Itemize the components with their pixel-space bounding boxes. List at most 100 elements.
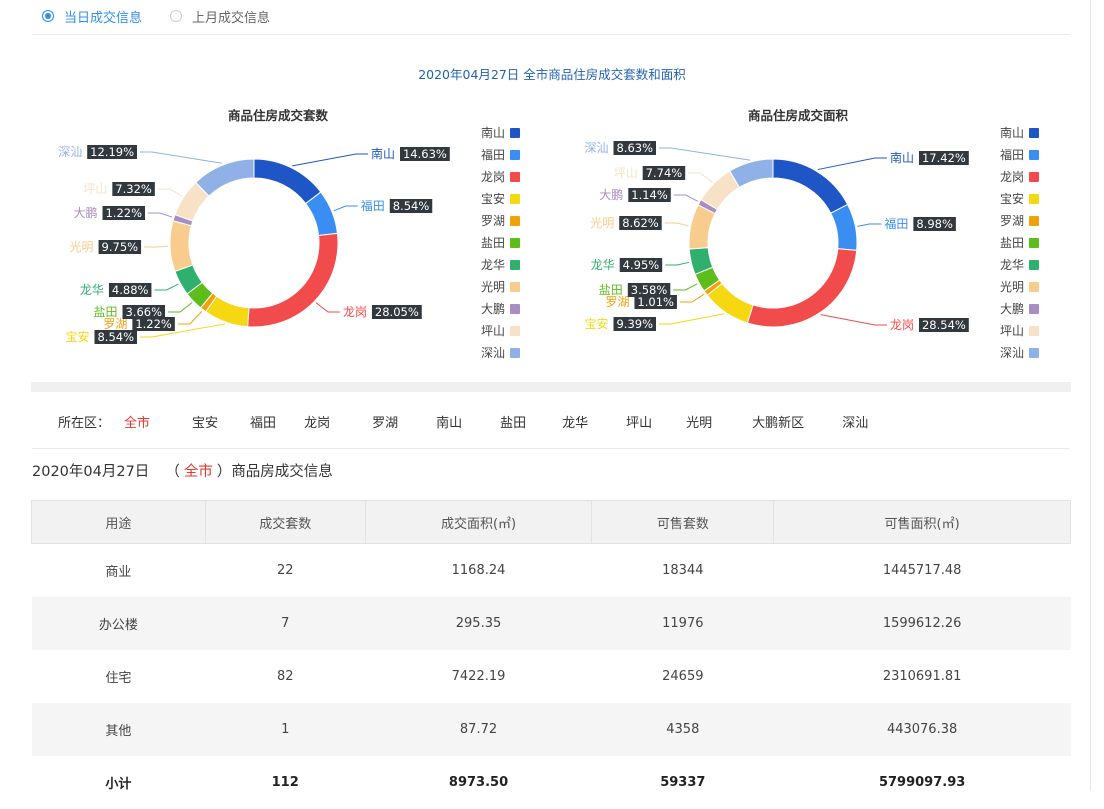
leader-line xyxy=(177,311,203,325)
table-header-row: 用途 成交套数 成交面积(㎡) 可售套数 可售面积(㎡) xyxy=(31,500,1071,544)
table-cell: 1 xyxy=(205,703,366,756)
district-option[interactable]: 全市 xyxy=(124,412,150,431)
slice-value: 9.75% xyxy=(102,240,139,254)
table-cell: 1168.24 xyxy=(451,563,506,578)
district-option[interactable]: 光明 xyxy=(686,412,712,431)
divider xyxy=(32,34,1070,35)
table-cell: 2310691.81 xyxy=(882,669,962,684)
legend-label: 盐田 xyxy=(1000,236,1024,250)
donut-chart: 商品住房成交套数南山 14.63% 福田 8.54% 龙岗 28.05% 宝安 8.54% 罗湖… xyxy=(58,108,520,360)
table-row: 其他 1 87.72 4358 443076.38 xyxy=(31,703,1071,756)
slice-value: 14.63% xyxy=(403,147,447,161)
table-cell: 18344 xyxy=(662,563,704,578)
legend-label: 宝安 xyxy=(1000,191,1024,206)
pie-slice xyxy=(746,248,858,328)
slice-value: 9.39% xyxy=(616,317,653,331)
leader-line xyxy=(659,147,751,161)
district-option[interactable]: 坪山 xyxy=(626,412,652,431)
column-header: 可售套数 xyxy=(591,500,775,544)
district-option[interactable]: 罗湖 xyxy=(372,412,398,431)
tab-daily[interactable]: 当日成交信息 xyxy=(42,7,142,26)
slice-label: 南山 xyxy=(890,150,914,165)
legend-swatch xyxy=(1029,304,1039,314)
pie-slice xyxy=(169,220,194,272)
table-title-date: 2020年04月27日 xyxy=(32,464,150,480)
legend-swatch xyxy=(510,282,520,292)
district-option[interactable]: 福田 xyxy=(250,412,276,431)
table-cell: 7 xyxy=(205,597,366,650)
slice-label: 光明 xyxy=(590,216,614,230)
radio-icon[interactable] xyxy=(42,10,54,22)
slice-label: 福田 xyxy=(361,198,385,213)
table-cell: 办公楼 xyxy=(31,597,206,650)
table-title: 2020年04月27日 （全市 ）商品房成交信息 xyxy=(32,460,333,481)
legend-label: 坪山 xyxy=(481,324,505,338)
chart-title: 商品住房成交面积 xyxy=(748,108,849,123)
legend-label: 福田 xyxy=(481,147,505,162)
legend-swatch xyxy=(1029,150,1039,160)
slice-label: 盐田 xyxy=(599,283,623,297)
table-title-paren-open: （ xyxy=(165,464,180,480)
legend-swatch xyxy=(510,238,520,248)
leader-line xyxy=(673,194,699,202)
table-cell: 87.72 xyxy=(365,703,592,756)
slice-label: 龙岗 xyxy=(890,318,914,332)
legend-label: 龙岗 xyxy=(1000,170,1024,184)
table-cell: 11976 xyxy=(591,597,774,650)
tab-monthly[interactable]: 上月成交信息 xyxy=(170,7,270,26)
table-cell: 7422.19 xyxy=(451,669,506,684)
slice-value: 1.22% xyxy=(135,317,172,331)
column-header: 可售面积(㎡) xyxy=(773,500,1071,544)
legend-label: 大鹏 xyxy=(1000,302,1024,316)
legend-swatch xyxy=(1029,260,1039,270)
legend-label: 龙华 xyxy=(481,258,505,272)
slice-label: 南山 xyxy=(371,146,395,161)
district-option[interactable]: 盐田 xyxy=(500,412,526,431)
table-cell: 295.35 xyxy=(365,597,592,650)
donut-charts: 商品住房成交套数南山 14.63% 福田 8.54% 龙岗 28.05% 宝安 8.54% 罗湖… xyxy=(58,108,1039,360)
slice-label: 大鹏 xyxy=(599,188,623,202)
legend-swatch xyxy=(510,194,520,204)
view-tabs: 当日成交信息 上月成交信息 xyxy=(42,6,298,26)
legend-label: 盐田 xyxy=(481,236,505,250)
table-cell: 443076.38 xyxy=(773,703,1071,756)
leader-line xyxy=(659,313,725,325)
table-cell: 1599612.26 xyxy=(773,597,1071,650)
divider xyxy=(32,448,1070,449)
table-cell: 4358 xyxy=(591,703,774,756)
legend-label: 深汕 xyxy=(481,346,505,360)
pie-slice xyxy=(830,203,858,251)
table-cell: 1445717.48 xyxy=(882,563,962,578)
district-option[interactable]: 南山 xyxy=(436,412,462,431)
table-cell: 住宅 xyxy=(105,671,132,686)
table-cell: 82 xyxy=(276,669,294,684)
district-option[interactable]: 大鹏新区 xyxy=(752,412,804,431)
legend-swatch xyxy=(510,150,520,160)
leader-line xyxy=(665,261,690,266)
district-option[interactable]: 龙岗 xyxy=(304,412,330,431)
table-row: 住宅 82 7422.19 24659 2310691.81 xyxy=(32,650,1071,703)
slice-value: 1.14% xyxy=(631,188,668,202)
radio-icon[interactable] xyxy=(170,10,183,22)
legend-swatch xyxy=(1029,216,1039,226)
slice-value: 8.62% xyxy=(622,216,659,230)
slice-value: 17.42% xyxy=(922,151,966,165)
slice-label: 福田 xyxy=(884,216,908,231)
legend-label: 深汕 xyxy=(1000,346,1024,360)
pie-slice xyxy=(195,158,255,197)
table-title-city: 全市 xyxy=(183,464,213,480)
district-option[interactable]: 深汕 xyxy=(842,412,868,431)
slice-label: 深汕 xyxy=(58,145,82,159)
district-option[interactable]: 宝安 xyxy=(192,412,218,431)
section-separator xyxy=(31,382,1071,392)
legend-label: 坪山 xyxy=(1000,324,1024,338)
district-option[interactable]: 龙华 xyxy=(562,412,588,431)
table-cell: 24659 xyxy=(662,669,704,684)
table-cell: 22 xyxy=(276,563,294,578)
leader-line xyxy=(688,172,713,183)
transaction-table: 用途 成交套数 成交面积(㎡) 可售套数 可售面积(㎡) 商业 22 1168.24 1834… xyxy=(31,500,1071,809)
slice-value: 28.54% xyxy=(922,318,966,332)
leader-line xyxy=(148,212,173,218)
legend-label: 龙岗 xyxy=(481,170,505,184)
legend-swatch xyxy=(510,304,520,314)
